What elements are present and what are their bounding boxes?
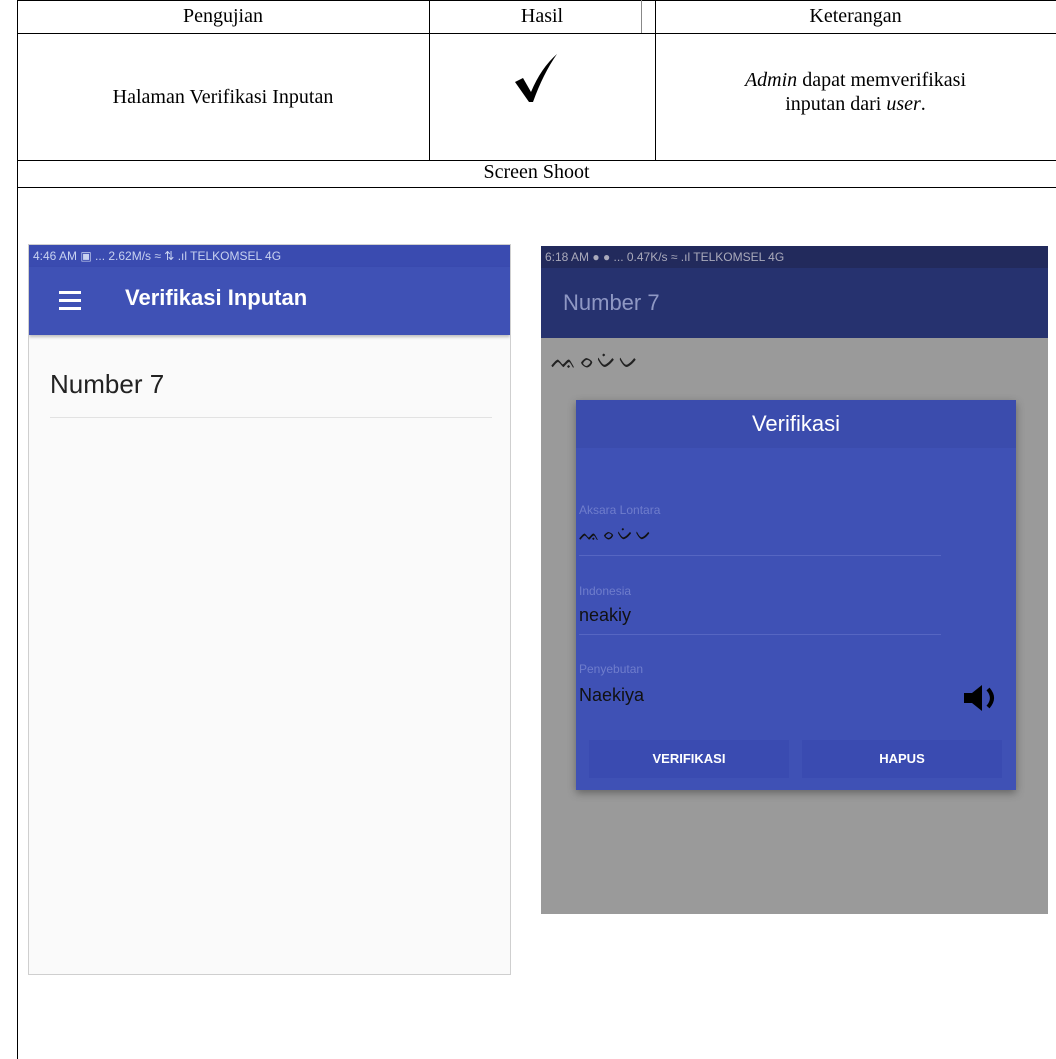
keterangan-text-1: dapat memverifikasi: [797, 69, 967, 91]
script-text: ᨕᨔᨆᨗᨆ: [551, 348, 641, 373]
header-pengujian: Pengujian: [183, 5, 263, 27]
field-label-penyebutan: Penyebutan: [579, 662, 644, 676]
delete-button[interactable]: HAPUS: [802, 740, 1002, 778]
app-title: Verifikasi Inputan: [125, 285, 308, 310]
table-left-border: [17, 0, 18, 1059]
field-underline-2: [579, 634, 941, 635]
verify-button[interactable]: VERIFIKASI: [589, 740, 789, 778]
keterangan-text-3: .: [920, 93, 926, 115]
app-bar: Verifikasi Inputan: [29, 267, 510, 335]
header-row-border: [17, 33, 1056, 34]
status-bar: 4:46 AM ▣ ... 2.62M/s ≈ ⇅ .ıl TELKOMSEL …: [29, 245, 510, 267]
table-top-border: [17, 0, 1056, 1]
field-label-aksara: Aksara Lontara: [579, 503, 661, 517]
status-bar-2: 6:18 AM ● ● ... 0.47K/s ≈ .ıl TELKOMSEL …: [541, 246, 1048, 268]
screenshot-header: Screen Shoot: [483, 161, 590, 183]
keterangan-user: user: [886, 93, 921, 115]
list-item-number-7[interactable]: Number 7: [50, 369, 164, 400]
field-value-penyebutan: Naekiya: [579, 685, 645, 705]
cell-pengujian: Halaman Verifikasi Inputan: [112, 86, 334, 108]
keterangan-admin: Admin: [744, 69, 798, 91]
field-value-indonesia[interactable]: neakiy: [579, 605, 631, 626]
verification-dialog: Verifikasi Aksara Lontara ᨕᨔᨆᨗᨆ Indonesi…: [576, 400, 1016, 790]
app-bar-2: Number 7: [541, 268, 1048, 338]
screenshot-header-border: [17, 187, 1056, 188]
phone-screen-list: 4:46 AM ▣ ... 2.62M/s ≈ ⇅ .ıl TELKOMSEL …: [28, 244, 511, 975]
checkmark-icon: [515, 54, 557, 102]
dialog-title: Verifikasi: [576, 400, 1016, 448]
list-divider: [50, 417, 492, 418]
cell-keterangan: Admin dapat memverifikasi inputan dari u…: [655, 68, 1056, 116]
menu-icon[interactable]: [59, 291, 81, 310]
field-underline-1: [579, 555, 941, 556]
field-label-indonesia: Indonesia: [579, 584, 632, 598]
keterangan-text-2: inputan dari: [785, 93, 887, 115]
phone-screen-dialog: 6:18 AM ● ● ... 0.47K/s ≈ .ıl TELKOMSEL …: [541, 246, 1048, 914]
app-title-2: Number 7: [563, 290, 660, 315]
header-hasil: Hasil: [520, 5, 564, 27]
header-keterangan: Keterangan: [809, 5, 902, 27]
field-value-aksara[interactable]: ᨕᨔᨆᨗᨆ: [579, 524, 654, 545]
speaker-icon[interactable]: [962, 683, 1004, 713]
